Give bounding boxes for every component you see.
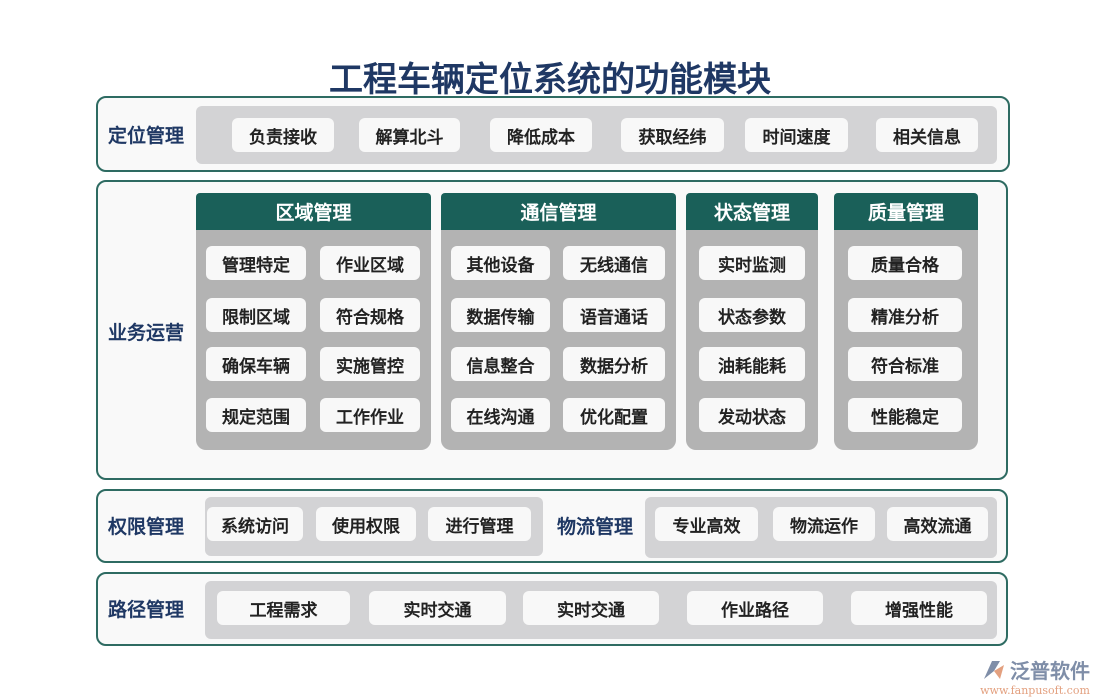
group-header: 区域管理 <box>196 193 431 230</box>
logo-name: 泛普软件 <box>1010 659 1090 683</box>
module-item: 数据传输 <box>451 298 550 332</box>
module-item: 实时交通 <box>369 591 506 625</box>
module-item: 状态参数 <box>699 298 805 332</box>
row-label: 路径管理 <box>108 599 185 621</box>
row-label: 定位管理 <box>108 125 185 147</box>
module-item: 数据分析 <box>563 347 665 381</box>
module-item: 使用权限 <box>316 507 416 541</box>
row-label: 权限管理 <box>108 516 185 538</box>
module-item: 时间速度 <box>745 118 848 152</box>
brand-logo: 泛普软件 www.fanpusoft.com <box>980 655 1090 697</box>
module-item: 工作作业 <box>320 398 420 432</box>
module-item: 精准分析 <box>848 298 962 332</box>
module-item: 符合规格 <box>320 298 420 332</box>
group-header: 通信管理 <box>441 193 676 230</box>
module-item: 性能稳定 <box>848 398 962 432</box>
module-item: 优化配置 <box>563 398 665 432</box>
module-item: 作业区域 <box>320 246 420 280</box>
module-item: 获取经纬 <box>621 118 724 152</box>
page-title: 工程车辆定位系统的功能模块 <box>329 60 771 100</box>
module-item: 实施管控 <box>320 347 420 381</box>
module-item: 高效流通 <box>887 507 988 541</box>
module-item: 实时监测 <box>699 246 805 280</box>
module-item: 发动状态 <box>699 398 805 432</box>
module-item: 系统访问 <box>207 507 303 541</box>
module-item: 规定范围 <box>206 398 306 432</box>
module-item: 作业路径 <box>687 591 823 625</box>
module-item: 管理特定 <box>206 246 306 280</box>
module-item: 信息整合 <box>451 347 550 381</box>
module-item: 降低成本 <box>490 118 592 152</box>
module-item: 在线沟通 <box>451 398 550 432</box>
logo-icon <box>984 660 1004 679</box>
group-header: 质量管理 <box>834 193 978 230</box>
module-item: 负责接收 <box>232 118 334 152</box>
module-item: 增强性能 <box>851 591 987 625</box>
module-item: 实时交通 <box>523 591 659 625</box>
module-item: 相关信息 <box>876 118 978 152</box>
module-item: 油耗能耗 <box>699 347 805 381</box>
logo-url: www.fanpusoft.com <box>980 684 1090 697</box>
module-item: 工程需求 <box>217 591 350 625</box>
module-item: 确保车辆 <box>206 347 306 381</box>
module-item: 质量合格 <box>848 246 962 280</box>
module-item: 无线通信 <box>563 246 665 280</box>
module-item: 进行管理 <box>428 507 531 541</box>
module-item: 其他设备 <box>451 246 550 280</box>
row-label: 业务运营 <box>108 322 185 344</box>
row-label: 物流管理 <box>557 516 634 538</box>
group-header: 状态管理 <box>686 193 818 230</box>
module-item: 语音通话 <box>563 298 665 332</box>
module-item: 物流运作 <box>773 507 875 541</box>
module-item: 符合标准 <box>848 347 962 381</box>
module-item: 解算北斗 <box>359 118 460 152</box>
module-item: 限制区域 <box>206 298 306 332</box>
module-item: 专业高效 <box>655 507 758 541</box>
